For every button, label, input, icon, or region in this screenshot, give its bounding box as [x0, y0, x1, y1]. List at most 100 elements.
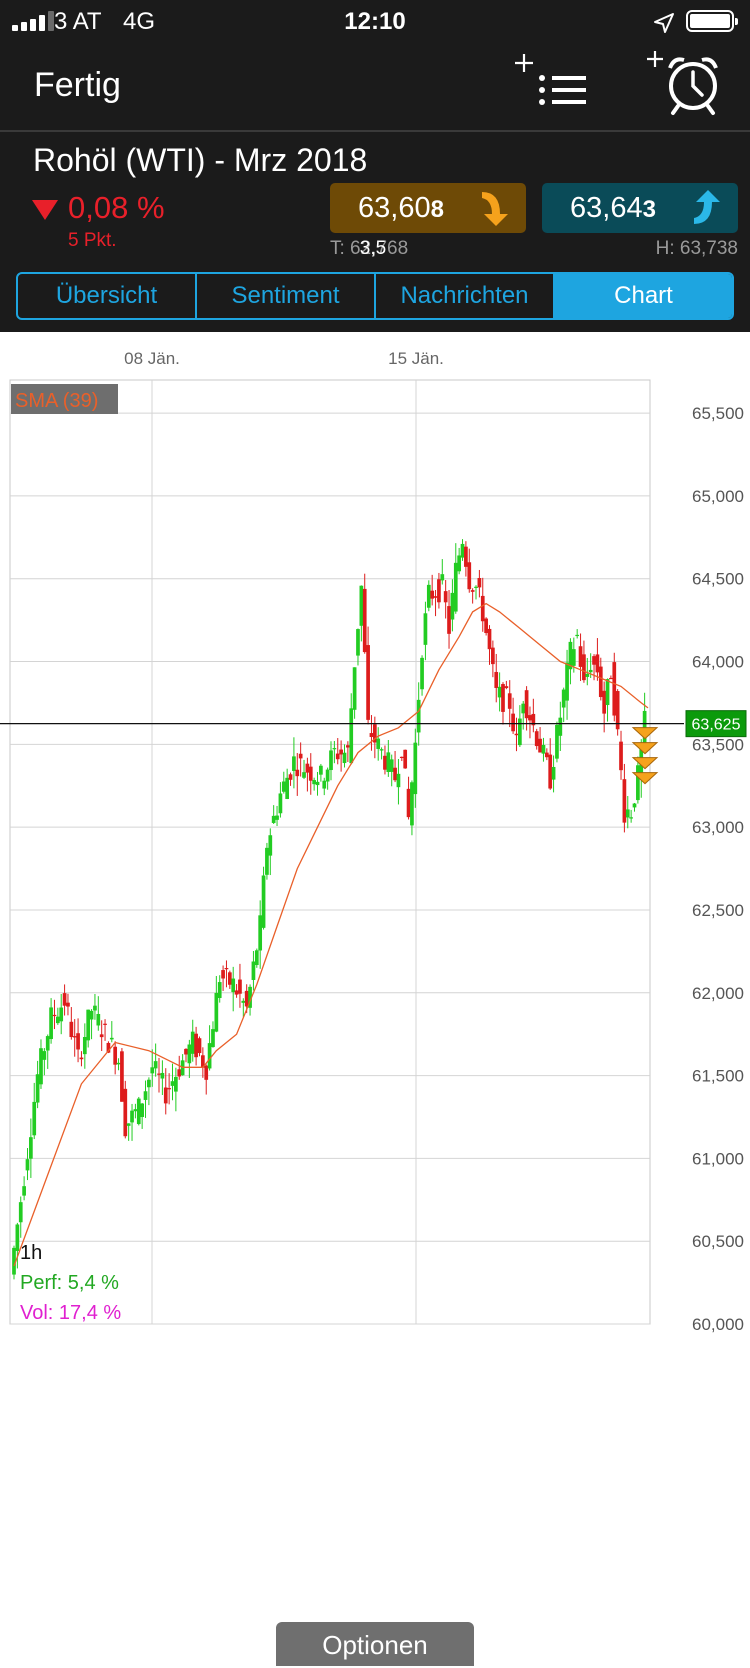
candle-body — [480, 595, 485, 622]
candle-body — [551, 766, 556, 780]
sell-order-marker-icon — [631, 742, 659, 755]
candle-body — [612, 662, 617, 716]
done-button[interactable]: Fertig — [34, 66, 121, 105]
candle-body — [561, 689, 566, 708]
tab-chart[interactable]: Chart — [555, 274, 732, 318]
candle-body — [268, 835, 273, 856]
candle-body — [342, 752, 347, 764]
candle-body — [59, 1007, 64, 1022]
candle-body — [359, 585, 364, 626]
candle-body — [174, 1076, 178, 1092]
candle-body — [575, 634, 580, 637]
candle-body — [332, 748, 337, 750]
candle-body — [592, 656, 596, 665]
tab-bar: Übersicht Sentiment Nachrichten Chart — [16, 272, 734, 320]
candle-body — [157, 1073, 161, 1075]
candle-body — [339, 749, 343, 755]
x-axis-label: 08 Jän. — [124, 349, 180, 368]
candle-body — [224, 968, 229, 970]
candle-body — [541, 744, 546, 754]
candle-body — [571, 649, 576, 666]
candle-body — [241, 1000, 246, 1003]
candle-body — [204, 1065, 209, 1080]
candle-body — [464, 546, 468, 567]
candle-body — [25, 1159, 30, 1171]
candle-body — [221, 970, 225, 979]
candle-body — [15, 1224, 20, 1251]
candle-body — [609, 677, 613, 680]
candle-body — [629, 817, 633, 819]
chart-canvas[interactable]: 08 Jän. 15 Jän. 65,500 65,000 64,500 64,000 63… — [0, 332, 750, 1334]
candle-body — [143, 1091, 148, 1100]
sell-arrow-icon — [482, 192, 508, 226]
tab-sentiment[interactable]: Sentiment — [197, 274, 376, 318]
indicator-label: SMA (39) — [15, 390, 98, 412]
candle-body — [501, 684, 505, 712]
candle-body — [238, 979, 242, 994]
candle-body — [82, 1036, 87, 1055]
candle-body — [187, 1044, 192, 1064]
buy-button[interactable]: 63,643 — [542, 183, 738, 233]
add-list-icon[interactable] — [510, 52, 600, 122]
candle-body — [477, 577, 482, 588]
candle-body — [292, 756, 296, 771]
candle-body — [231, 978, 236, 993]
candle-body — [538, 738, 542, 753]
candle-body — [622, 779, 627, 823]
candle-body — [72, 1036, 77, 1038]
candle-body — [109, 1037, 114, 1040]
candle-body — [163, 1087, 168, 1104]
candle-body — [416, 699, 421, 733]
candle-body — [426, 584, 431, 608]
candle-body — [497, 686, 502, 698]
candle-body — [258, 915, 263, 951]
candle-body — [376, 738, 381, 749]
candle-body — [29, 1137, 33, 1159]
candle-body — [197, 1038, 202, 1054]
candle-body — [484, 618, 488, 634]
y-axis-label: 63,500 — [692, 735, 744, 754]
candle-body — [170, 1081, 175, 1086]
candle-body — [285, 777, 290, 799]
candle-body — [217, 982, 222, 999]
candle-body — [602, 690, 607, 714]
candle-body — [275, 815, 279, 820]
candle-body — [474, 586, 478, 588]
candle-body — [86, 1009, 91, 1041]
buy-price: 63,643 — [570, 192, 656, 224]
tab-overview[interactable]: Übersicht — [18, 274, 197, 318]
price-chart[interactable]: 08 Jän. 15 Jän. 65,500 65,000 64,500 64,000 63… — [0, 332, 750, 1666]
candle-body — [116, 1062, 121, 1065]
candle-body — [534, 731, 539, 747]
sell-button[interactable]: 63,608 — [330, 183, 526, 233]
header-divider — [0, 130, 750, 132]
candle-body — [453, 562, 458, 612]
candle-body — [234, 990, 239, 995]
y-axis-label: 64,500 — [692, 570, 744, 589]
candle-body — [625, 809, 630, 818]
sma-line — [13, 602, 649, 1267]
options-button[interactable]: Optionen — [276, 1622, 474, 1666]
candle-body — [467, 562, 472, 590]
candle-body — [302, 772, 306, 778]
candle-body — [433, 596, 438, 598]
candle-body — [96, 1013, 101, 1026]
candle-body — [420, 657, 424, 690]
tab-news[interactable]: Nachrichten — [376, 274, 555, 318]
candle-body — [194, 1033, 198, 1058]
add-alarm-icon[interactable] — [640, 48, 730, 118]
candle-body — [32, 1101, 37, 1136]
y-axis-label: 65,000 — [692, 487, 744, 506]
candle-body — [443, 591, 448, 603]
candle-body — [99, 1034, 104, 1038]
candle-body — [460, 543, 465, 558]
candle-body — [437, 579, 441, 603]
candle-body — [410, 782, 414, 826]
candle-body — [42, 1051, 47, 1060]
candle-body — [413, 742, 418, 795]
candle-body — [356, 629, 360, 656]
candle-body — [214, 992, 219, 1032]
candle-body — [494, 671, 499, 688]
candle-body — [524, 690, 529, 719]
candle-body — [308, 766, 313, 781]
